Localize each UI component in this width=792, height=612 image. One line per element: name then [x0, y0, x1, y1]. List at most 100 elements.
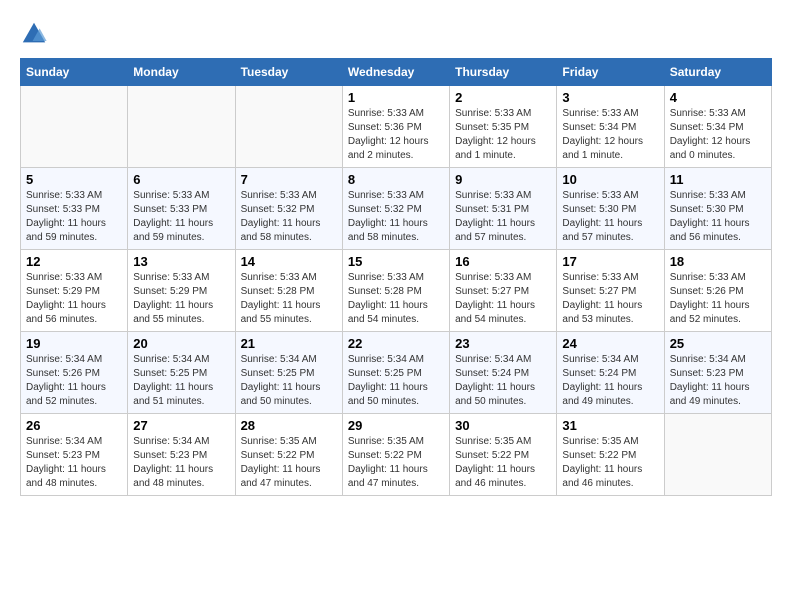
calendar-cell [664, 414, 771, 496]
calendar-cell: 22 Sunrise: 5:34 AM Sunset: 5:25 PM Dayli… [342, 332, 449, 414]
weekday-header-tuesday: Tuesday [235, 59, 342, 86]
calendar-cell: 30 Sunrise: 5:35 AM Sunset: 5:22 PM Dayli… [450, 414, 557, 496]
calendar-table: SundayMondayTuesdayWednesdayThursdayFrid… [20, 58, 772, 496]
header [20, 20, 772, 48]
calendar-cell [235, 86, 342, 168]
calendar-week-row: 5 Sunrise: 5:33 AM Sunset: 5:33 PM Daylig… [21, 168, 772, 250]
calendar-cell: 7 Sunrise: 5:33 AM Sunset: 5:32 PM Daylig… [235, 168, 342, 250]
calendar-cell: 1Sunrise: 5:33 AM Sunset: 5:36 PM Daylig… [342, 86, 449, 168]
calendar-week-row: 12 Sunrise: 5:33 AM Sunset: 5:29 PM Dayli… [21, 250, 772, 332]
day-info: Sunrise: 5:33 AM Sunset: 5:27 PM Dayligh… [455, 271, 551, 327]
calendar-cell: 16 Sunrise: 5:33 AM Sunset: 5:27 PM Dayli… [450, 250, 557, 332]
day-number: 17 [562, 254, 658, 269]
weekday-header-saturday: Saturday [664, 59, 771, 86]
calendar-cell: 15Sunrise: 5:33 AM Sunset: 5:28 PM Dayli… [342, 250, 449, 332]
day-info: Sunrise: 5:33 AM Sunset: 5:33 PM Dayligh… [26, 189, 122, 245]
weekday-header-wednesday: Wednesday [342, 59, 449, 86]
day-info: Sunrise: 5:33 AM Sunset: 5:26 PM Dayligh… [670, 271, 766, 327]
day-number: 6 [133, 172, 229, 187]
calendar-cell: 21 Sunrise: 5:34 AM Sunset: 5:25 PM Dayli… [235, 332, 342, 414]
day-number: 27 [133, 418, 229, 433]
calendar-cell: 29Sunrise: 5:35 AM Sunset: 5:22 PM Dayli… [342, 414, 449, 496]
day-info: Sunrise: 5:33 AM Sunset: 5:34 PM Dayligh… [670, 107, 766, 163]
calendar-cell: 3Sunrise: 5:33 AM Sunset: 5:34 PM Daylig… [557, 86, 664, 168]
calendar-cell: 23 Sunrise: 5:34 AM Sunset: 5:24 PM Dayli… [450, 332, 557, 414]
day-number: 20 [133, 336, 229, 351]
day-number: 30 [455, 418, 551, 433]
day-info: Sunrise: 5:34 AM Sunset: 5:23 PM Dayligh… [133, 435, 229, 491]
weekday-header-row: SundayMondayTuesdayWednesdayThursdayFrid… [21, 59, 772, 86]
day-number: 11 [670, 172, 766, 187]
day-info: Sunrise: 5:33 AM Sunset: 5:35 PM Dayligh… [455, 107, 551, 163]
calendar-cell: 20 Sunrise: 5:34 AM Sunset: 5:25 PM Dayli… [128, 332, 235, 414]
calendar-cell: 12 Sunrise: 5:33 AM Sunset: 5:29 PM Dayli… [21, 250, 128, 332]
calendar-cell: 8 Sunrise: 5:33 AM Sunset: 5:32 PM Daylig… [342, 168, 449, 250]
day-number: 18 [670, 254, 766, 269]
day-info: Sunrise: 5:34 AM Sunset: 5:26 PM Dayligh… [26, 353, 122, 409]
day-info: Sunrise: 5:34 AM Sunset: 5:25 PM Dayligh… [241, 353, 337, 409]
day-number: 23 [455, 336, 551, 351]
day-number: 4 [670, 90, 766, 105]
day-number: 7 [241, 172, 337, 187]
day-info: Sunrise: 5:33 AM Sunset: 5:27 PM Dayligh… [562, 271, 658, 327]
calendar-week-row: 26 Sunrise: 5:34 AM Sunset: 5:23 PM Dayli… [21, 414, 772, 496]
day-info: Sunrise: 5:33 AM Sunset: 5:29 PM Dayligh… [26, 271, 122, 327]
day-number: 16 [455, 254, 551, 269]
calendar-cell: 6Sunrise: 5:33 AM Sunset: 5:33 PM Daylig… [128, 168, 235, 250]
calendar-week-row: 1Sunrise: 5:33 AM Sunset: 5:36 PM Daylig… [21, 86, 772, 168]
day-number: 8 [348, 172, 444, 187]
calendar-cell [21, 86, 128, 168]
calendar-cell: 13Sunrise: 5:33 AM Sunset: 5:29 PM Dayli… [128, 250, 235, 332]
day-number: 5 [26, 172, 122, 187]
calendar-cell: 31Sunrise: 5:35 AM Sunset: 5:22 PM Dayli… [557, 414, 664, 496]
day-number: 24 [562, 336, 658, 351]
day-info: Sunrise: 5:33 AM Sunset: 5:31 PM Dayligh… [455, 189, 551, 245]
day-number: 22 [348, 336, 444, 351]
day-info: Sunrise: 5:35 AM Sunset: 5:22 PM Dayligh… [241, 435, 337, 491]
calendar-cell: 4 Sunrise: 5:33 AM Sunset: 5:34 PM Daylig… [664, 86, 771, 168]
day-number: 21 [241, 336, 337, 351]
day-number: 25 [670, 336, 766, 351]
calendar-week-row: 19 Sunrise: 5:34 AM Sunset: 5:26 PM Dayli… [21, 332, 772, 414]
day-number: 9 [455, 172, 551, 187]
calendar-cell: 9 Sunrise: 5:33 AM Sunset: 5:31 PM Daylig… [450, 168, 557, 250]
day-info: Sunrise: 5:34 AM Sunset: 5:23 PM Dayligh… [670, 353, 766, 409]
calendar-cell: 11 Sunrise: 5:33 AM Sunset: 5:30 PM Dayli… [664, 168, 771, 250]
calendar-cell: 10 Sunrise: 5:33 AM Sunset: 5:30 PM Dayli… [557, 168, 664, 250]
day-info: Sunrise: 5:35 AM Sunset: 5:22 PM Dayligh… [562, 435, 658, 491]
weekday-header-friday: Friday [557, 59, 664, 86]
day-info: Sunrise: 5:35 AM Sunset: 5:22 PM Dayligh… [348, 435, 444, 491]
day-info: Sunrise: 5:33 AM Sunset: 5:30 PM Dayligh… [562, 189, 658, 245]
day-info: Sunrise: 5:33 AM Sunset: 5:34 PM Dayligh… [562, 107, 658, 163]
calendar-cell: 28 Sunrise: 5:35 AM Sunset: 5:22 PM Dayli… [235, 414, 342, 496]
day-number: 14 [241, 254, 337, 269]
weekday-header-sunday: Sunday [21, 59, 128, 86]
calendar-cell: 26 Sunrise: 5:34 AM Sunset: 5:23 PM Dayli… [21, 414, 128, 496]
day-info: Sunrise: 5:34 AM Sunset: 5:24 PM Dayligh… [455, 353, 551, 409]
day-number: 26 [26, 418, 122, 433]
day-info: Sunrise: 5:34 AM Sunset: 5:25 PM Dayligh… [133, 353, 229, 409]
calendar-cell [128, 86, 235, 168]
calendar-cell: 18 Sunrise: 5:33 AM Sunset: 5:26 PM Dayli… [664, 250, 771, 332]
calendar-cell: 17 Sunrise: 5:33 AM Sunset: 5:27 PM Dayli… [557, 250, 664, 332]
day-number: 2 [455, 90, 551, 105]
day-info: Sunrise: 5:33 AM Sunset: 5:32 PM Dayligh… [241, 189, 337, 245]
day-info: Sunrise: 5:33 AM Sunset: 5:32 PM Dayligh… [348, 189, 444, 245]
weekday-header-thursday: Thursday [450, 59, 557, 86]
calendar-cell: 19 Sunrise: 5:34 AM Sunset: 5:26 PM Dayli… [21, 332, 128, 414]
day-info: Sunrise: 5:35 AM Sunset: 5:22 PM Dayligh… [455, 435, 551, 491]
day-info: Sunrise: 5:33 AM Sunset: 5:30 PM Dayligh… [670, 189, 766, 245]
day-number: 19 [26, 336, 122, 351]
calendar-cell: 2 Sunrise: 5:33 AM Sunset: 5:35 PM Daylig… [450, 86, 557, 168]
day-number: 28 [241, 418, 337, 433]
day-number: 12 [26, 254, 122, 269]
calendar-cell: 14 Sunrise: 5:33 AM Sunset: 5:28 PM Dayli… [235, 250, 342, 332]
calendar-cell: 27 Sunrise: 5:34 AM Sunset: 5:23 PM Dayli… [128, 414, 235, 496]
day-info: Sunrise: 5:34 AM Sunset: 5:23 PM Dayligh… [26, 435, 122, 491]
day-info: Sunrise: 5:33 AM Sunset: 5:28 PM Dayligh… [241, 271, 337, 327]
day-number: 10 [562, 172, 658, 187]
day-info: Sunrise: 5:34 AM Sunset: 5:24 PM Dayligh… [562, 353, 658, 409]
day-number: 13 [133, 254, 229, 269]
calendar-cell: 25 Sunrise: 5:34 AM Sunset: 5:23 PM Dayli… [664, 332, 771, 414]
day-info: Sunrise: 5:34 AM Sunset: 5:25 PM Dayligh… [348, 353, 444, 409]
